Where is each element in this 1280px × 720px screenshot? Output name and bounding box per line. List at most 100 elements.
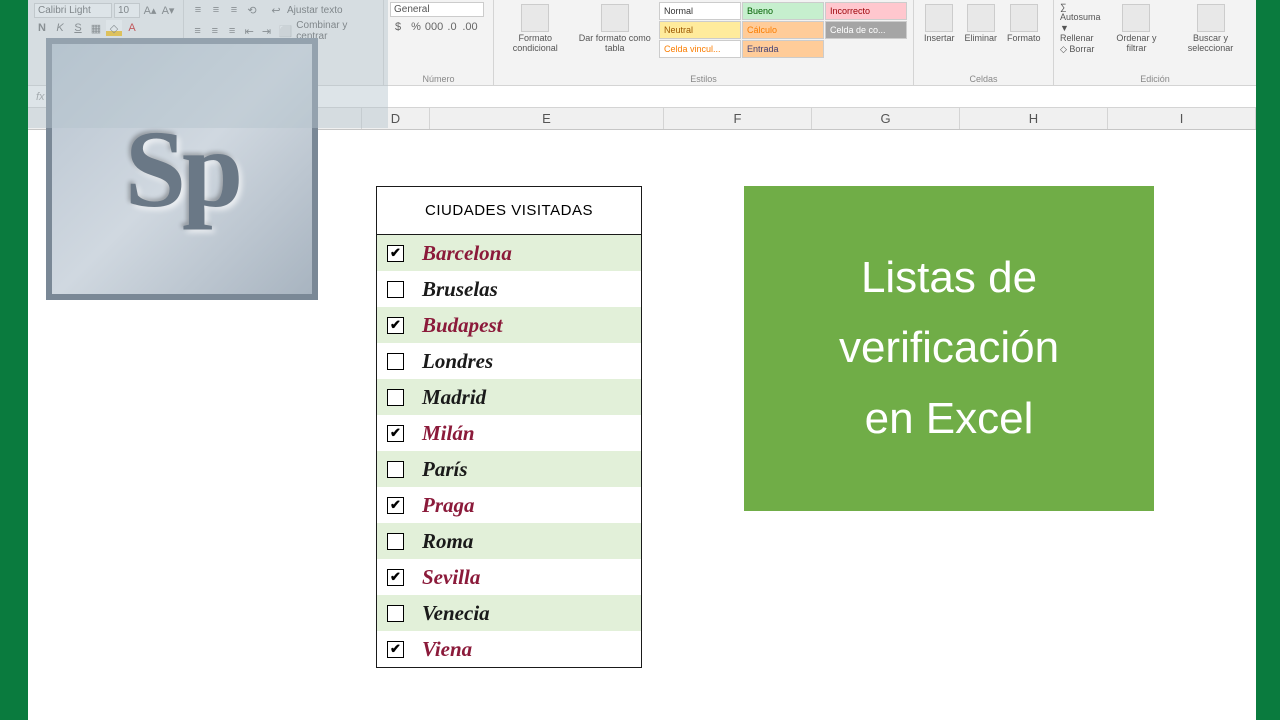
currency-icon[interactable]: $ [390, 19, 406, 35]
align-top-icon[interactable]: ≡ [190, 2, 206, 18]
banner-line: verificación [839, 313, 1059, 383]
city-row: Roma [377, 523, 641, 559]
checkbox[interactable]: ✔ [387, 317, 404, 334]
inc-decimal-icon[interactable]: .0 [444, 19, 460, 35]
city-row: ✔ Milán [377, 415, 641, 451]
find-select-button[interactable]: Buscar y seleccionar [1171, 2, 1250, 56]
city-row: ✔Budapest [377, 307, 641, 343]
style-cell[interactable]: Neutral [659, 21, 741, 39]
city-row: Bruselas [377, 271, 641, 307]
format-table-button[interactable]: Dar formato como tabla [574, 2, 655, 58]
wrap-text-button[interactable]: ↩ Ajustar texto [268, 2, 343, 18]
orientation-icon[interactable]: ⟲ [244, 2, 260, 18]
column-header[interactable]: E [430, 108, 664, 129]
cities-table-header[interactable]: CIUDADES VISITADAS [377, 187, 641, 235]
font-family-select[interactable]: Calibri Light [34, 3, 112, 18]
conditional-format-button[interactable]: Formato condicional [500, 2, 570, 58]
comma-icon[interactable]: 000 [426, 19, 442, 35]
checkbox[interactable] [387, 533, 404, 550]
align-left-icon[interactable]: ≡ [190, 23, 205, 39]
autosum-button[interactable]: ∑ Autosuma [1060, 2, 1102, 22]
city-name: Madrid [422, 385, 486, 410]
sp-logo: Sp [46, 38, 318, 300]
editing-group-label: Edición [1054, 74, 1256, 84]
merge-icon: ⬜ [278, 23, 293, 39]
insert-icon [925, 4, 953, 32]
fill-color-button[interactable]: ◇ [106, 20, 122, 36]
bold-button[interactable]: N [34, 20, 50, 36]
format-icon [1010, 4, 1038, 32]
fx-icon: fx [36, 91, 45, 103]
column-header[interactable]: F [664, 108, 812, 129]
style-cell[interactable]: Cálculo [742, 21, 824, 39]
city-name: Londres [422, 349, 493, 374]
font-color-button[interactable]: A [124, 20, 140, 36]
city-row: ✔ Praga [377, 487, 641, 523]
indent-dec-icon[interactable]: ⇤ [242, 23, 257, 39]
format-table-icon [601, 4, 629, 32]
checkbox[interactable]: ✔ [387, 425, 404, 442]
checkbox[interactable]: ✔ [387, 641, 404, 658]
increase-font-icon[interactable]: A▴ [142, 2, 158, 18]
city-row: París [377, 451, 641, 487]
cells-group-label: Celdas [914, 74, 1053, 84]
delete-icon [967, 4, 995, 32]
city-row: ✔ Sevilla [377, 559, 641, 595]
find-icon [1197, 4, 1225, 32]
decrease-font-icon[interactable]: A▾ [160, 2, 176, 18]
border-button[interactable]: ▦ [88, 20, 104, 36]
font-size-select[interactable]: 10 [114, 3, 140, 18]
title-banner: Listas de verificación en Excel [744, 186, 1154, 511]
banner-line: Listas de [861, 243, 1037, 313]
checkbox[interactable]: ✔ [387, 569, 404, 586]
city-name: Bruselas [422, 277, 498, 302]
style-cell[interactable]: Celda vincul... [659, 40, 741, 58]
column-header[interactable]: G [812, 108, 960, 129]
wrap-icon: ↩ [268, 2, 284, 18]
align-right-icon[interactable]: ≡ [224, 23, 239, 39]
format-button[interactable]: Formato [1003, 2, 1045, 46]
underline-button[interactable]: S [70, 20, 86, 36]
align-center-icon[interactable]: ≡ [207, 23, 222, 39]
insert-button[interactable]: Insertar [920, 2, 959, 46]
city-name: Sevilla [422, 565, 480, 590]
align-bottom-icon[interactable]: ≡ [226, 2, 242, 18]
italic-button[interactable]: K [52, 20, 68, 36]
checkbox[interactable] [387, 281, 404, 298]
align-middle-icon[interactable]: ≡ [208, 2, 224, 18]
style-cell[interactable]: Bueno [742, 2, 824, 20]
fill-button[interactable]: ▼ Rellenar [1060, 23, 1102, 43]
city-row: ✔Viena [377, 631, 641, 667]
delete-button[interactable]: Eliminar [961, 2, 1002, 46]
column-header[interactable]: D [362, 108, 430, 129]
style-cell[interactable]: Entrada [742, 40, 824, 58]
city-name: París [422, 457, 468, 482]
city-name: Milán [422, 421, 475, 446]
sort-filter-button[interactable]: Ordenar y filtrar [1106, 2, 1167, 56]
banner-line: en Excel [865, 384, 1034, 454]
indent-inc-icon[interactable]: ⇥ [259, 23, 274, 39]
number-format-select[interactable]: General [390, 2, 484, 17]
checkbox[interactable] [387, 353, 404, 370]
style-cell[interactable]: Normal [659, 2, 741, 20]
checkbox[interactable]: ✔ [387, 245, 404, 262]
sheet-area[interactable]: Sp CIUDADES VISITADAS ✔BarcelonaBruselas… [28, 130, 1256, 720]
column-header[interactable]: H [960, 108, 1108, 129]
percent-icon[interactable]: % [408, 19, 424, 35]
clear-button[interactable]: ◇ Borrar [1060, 44, 1102, 55]
cell-styles-gallery[interactable]: NormalBuenoIncorrecto NeutralCálculoCelda… [659, 2, 907, 58]
style-cell[interactable]: Incorrecto [825, 2, 907, 20]
column-header[interactable]: I [1108, 108, 1256, 129]
styles-group-label: Estilos [494, 74, 913, 84]
city-name: Praga [422, 493, 475, 518]
number-group-label: Número [384, 74, 493, 84]
checkbox[interactable] [387, 461, 404, 478]
checkbox[interactable] [387, 389, 404, 406]
dec-decimal-icon[interactable]: .00 [462, 19, 478, 35]
city-name: Barcelona [422, 241, 512, 266]
checkbox[interactable] [387, 605, 404, 622]
city-row: Venecia [377, 595, 641, 631]
city-row: ✔ Barcelona [377, 235, 641, 271]
style-cell[interactable]: Celda de co... [825, 21, 907, 39]
checkbox[interactable]: ✔ [387, 497, 404, 514]
